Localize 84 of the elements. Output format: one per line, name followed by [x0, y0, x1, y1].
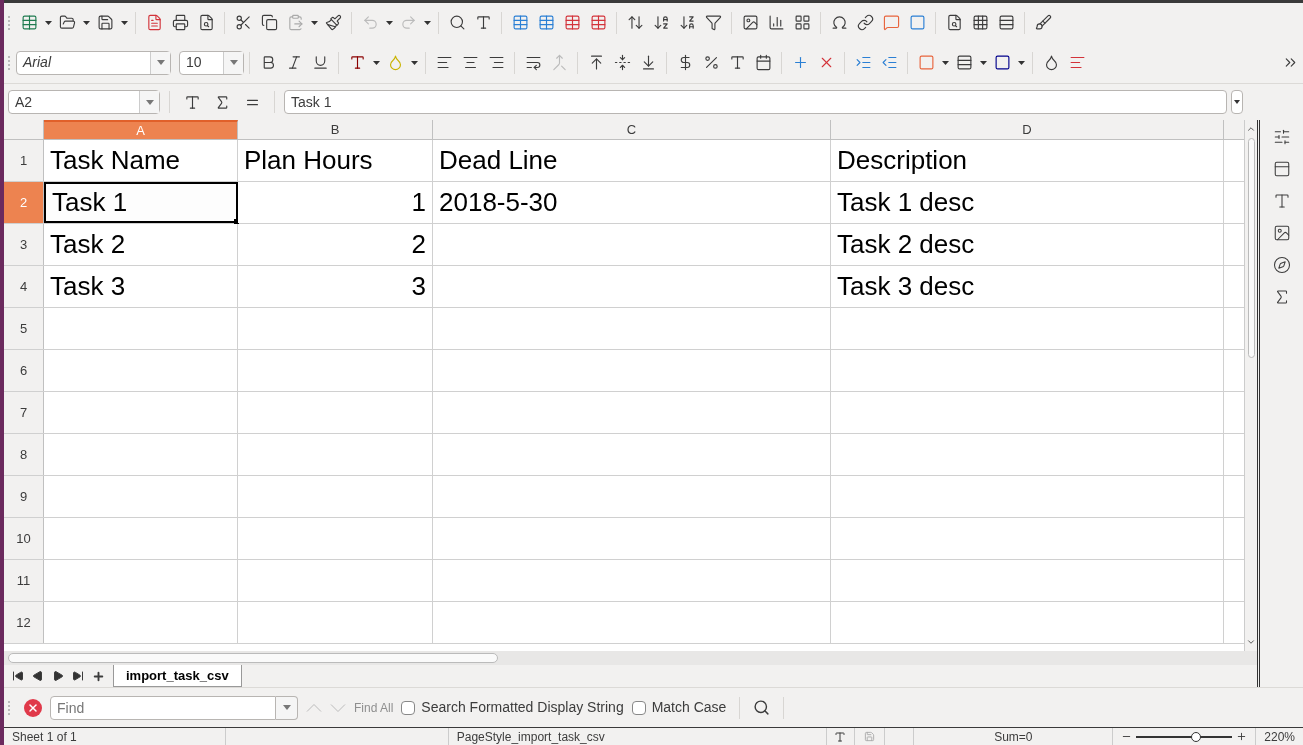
dropdown-arrow[interactable]: [939, 60, 951, 65]
formula-field[interactable]: Task 1: [284, 90, 1227, 114]
next-sheet-icon: [52, 670, 64, 682]
scroll-thumb[interactable]: [1247, 138, 1255, 358]
row-header[interactable]: 4: [4, 266, 44, 307]
dropdown-arrow[interactable]: [383, 20, 395, 25]
dropdown-arrow[interactable]: [80, 20, 92, 25]
dropdown-arrow[interactable]: [308, 20, 320, 25]
dropdown-arrow[interactable]: [977, 60, 989, 65]
close-icon: [27, 701, 39, 714]
caret-icon: [44, 20, 52, 25]
caret-icon: [372, 60, 380, 65]
add-sheet-icon: [92, 669, 105, 683]
caret-icon: [1234, 100, 1240, 104]
checkbox[interactable]: [401, 700, 416, 715]
row-header[interactable]: 3: [4, 224, 44, 265]
scroll-down-icon: [1246, 637, 1256, 647]
row-header[interactable]: 7: [4, 392, 44, 433]
expand-formula-button[interactable]: [1231, 90, 1243, 114]
sum-display: Sum=0: [913, 727, 1113, 745]
zoom-percent: 220%: [1255, 727, 1303, 745]
caret-icon: [282, 705, 291, 710]
dropdown-arrow[interactable]: [1015, 60, 1027, 65]
font-style-icon: [1272, 192, 1291, 210]
caret-icon: [1017, 60, 1025, 65]
formula-value: Task 1: [290, 92, 333, 112]
checkbox[interactable]: [631, 700, 646, 715]
dropdown-arrow[interactable]: [370, 60, 382, 65]
gallery-icon: [1272, 224, 1291, 242]
zoom-thumb[interactable]: [1190, 731, 1201, 742]
row-header[interactable]: 1: [4, 140, 44, 181]
row-header[interactable]: 8: [4, 434, 44, 475]
caret-icon: [979, 60, 987, 65]
caret-icon: [145, 99, 154, 105]
find-history-button[interactable]: [276, 695, 298, 720]
column-header[interactable]: B: [238, 120, 433, 139]
vertical-scrollbar[interactable]: [1244, 120, 1257, 651]
row-header[interactable]: 12: [4, 602, 44, 643]
caret-icon: [120, 20, 128, 25]
column-header[interactable]: D: [831, 120, 1224, 139]
previous-sheet-icon: [32, 670, 44, 682]
navigator-icon: [1272, 256, 1291, 274]
horizontal-scrollbar[interactable]: [4, 651, 1257, 665]
caret-icon: [941, 60, 949, 65]
scroll-thumb[interactable]: [8, 653, 498, 663]
table-cell[interactable]: Task 1: [44, 182, 238, 223]
first-sheet-icon: [12, 670, 24, 682]
caret-icon: [229, 60, 238, 65]
caret-icon: [156, 60, 165, 65]
zoom-in-icon: [1236, 731, 1248, 742]
font-name-value: Arial: [21, 53, 53, 72]
caret-icon: [82, 20, 90, 25]
caret-icon: [310, 20, 318, 25]
dropdown-arrow[interactable]: [408, 60, 420, 65]
row-header[interactable]: 11: [4, 560, 44, 601]
page-style: PageStyle_import_task_csv: [447, 727, 826, 745]
scroll-up-icon: [1246, 124, 1256, 134]
document-save-icon: [863, 731, 875, 742]
table-cell[interactable]: 1: [238, 182, 433, 223]
checkbox-label: Match Case: [651, 698, 727, 717]
font-name-field[interactable]: Arial: [16, 50, 171, 75]
caret-icon: [423, 20, 431, 25]
caret-icon: [385, 20, 393, 25]
row-header[interactable]: 6: [4, 350, 44, 391]
column-header[interactable]: C: [433, 120, 831, 139]
name-box[interactable]: A2: [8, 90, 160, 114]
dropdown-arrow[interactable]: [42, 20, 54, 25]
row-header[interactable]: 9: [4, 476, 44, 517]
caret-icon: [410, 60, 418, 65]
search-icon: [753, 699, 771, 716]
dropdown-arrow[interactable]: [118, 20, 130, 25]
font-size-field[interactable]: 10: [179, 50, 244, 75]
row-header[interactable]: 5: [4, 308, 44, 349]
properties-icon: [1272, 128, 1291, 146]
row-header[interactable]: 10: [4, 518, 44, 559]
last-sheet-icon: [72, 670, 84, 682]
close-find-button[interactable]: [24, 698, 42, 717]
find-field[interactable]: Find: [50, 695, 276, 720]
sheet-count: Sheet 1 of 1: [11, 728, 78, 745]
dropdown-arrow[interactable]: [421, 20, 433, 25]
name-box-value: A2: [14, 92, 34, 112]
checkbox-label: Search Formatted Display String: [421, 698, 624, 717]
font-size-value: 10: [185, 53, 203, 72]
sheet-tab[interactable]: import_task_csv: [113, 665, 242, 687]
